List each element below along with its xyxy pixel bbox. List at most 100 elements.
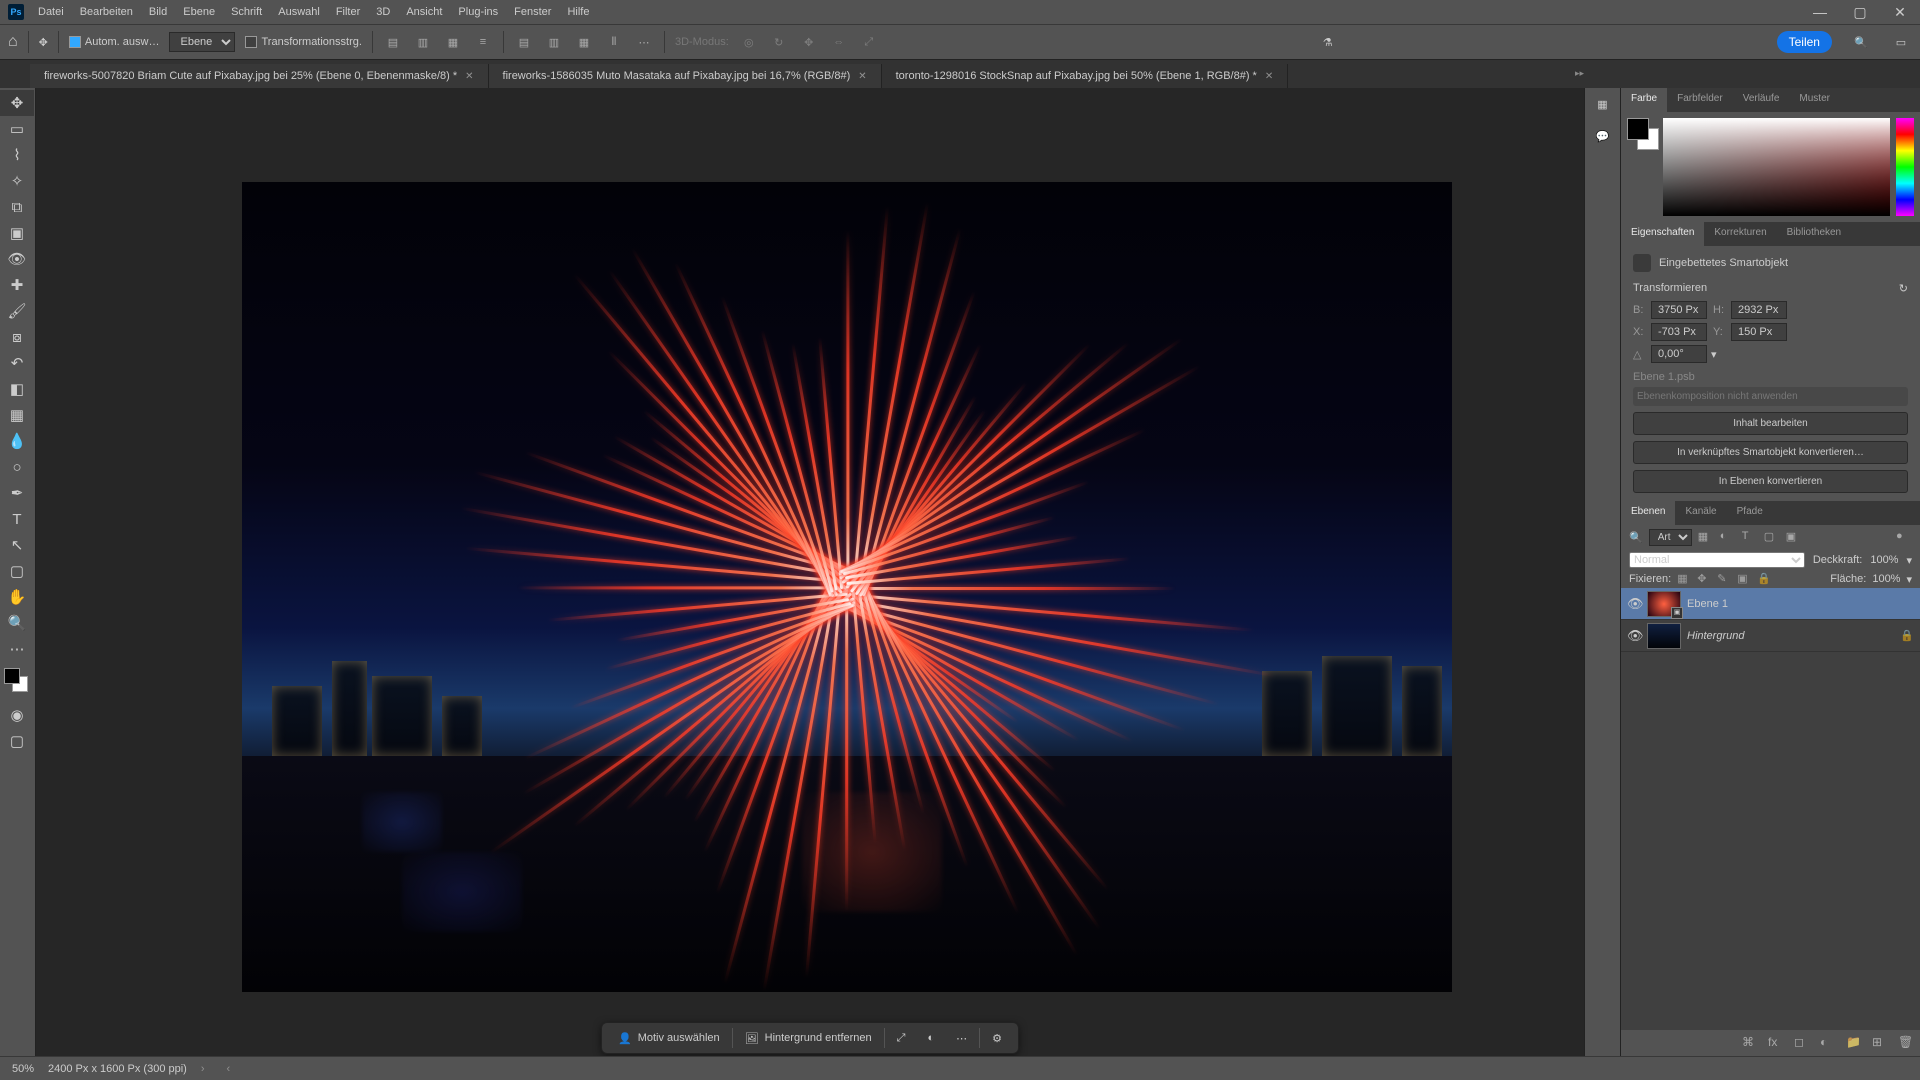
menu-ansicht[interactable]: Ansicht: [398, 2, 450, 22]
collapsed-panel-icon[interactable]: ▦: [1591, 92, 1615, 116]
layer-name[interactable]: Hintergrund: [1687, 630, 1894, 642]
align-center-h-icon[interactable]: ▥: [413, 32, 433, 52]
layer-thumbnail[interactable]: [1647, 623, 1681, 649]
blend-mode-select[interactable]: Normal: [1629, 552, 1805, 568]
height-field[interactable]: 2932 Px: [1731, 301, 1787, 319]
lock-artboard-icon[interactable]: ▣: [1737, 572, 1751, 586]
share-button[interactable]: Teilen: [1777, 31, 1832, 53]
more-align-icon[interactable]: ⋯: [634, 32, 654, 52]
tab-verlaeufe[interactable]: Verläufe: [1733, 88, 1790, 112]
type-tool[interactable]: T: [0, 506, 34, 532]
eraser-tool[interactable]: ◧: [0, 376, 34, 402]
menu-ebene[interactable]: Ebene: [175, 2, 223, 22]
canvas-area[interactable]: document.write(Array.from({length:72},(_…: [36, 88, 1584, 1056]
layer-thumbnail[interactable]: ▣: [1647, 591, 1681, 617]
menu-datei[interactable]: Datei: [30, 2, 72, 22]
window-maximize[interactable]: ▢: [1840, 0, 1880, 24]
history-brush-tool[interactable]: ↶: [0, 350, 34, 376]
align-left-icon[interactable]: ▤: [383, 32, 403, 52]
menu-plugins[interactable]: Plug-ins: [450, 2, 506, 22]
distribute-icon[interactable]: ≡: [473, 32, 493, 52]
eyedropper-tool[interactable]: 👁: [0, 246, 34, 272]
align-center-v-icon[interactable]: ▥: [544, 32, 564, 52]
collapse-panels-icon[interactable]: ▸▸: [1575, 68, 1584, 79]
magic-wand-tool[interactable]: ✧: [0, 168, 34, 194]
lasso-tool[interactable]: ⌇: [0, 142, 34, 168]
close-tab-icon[interactable]: ✕: [858, 71, 866, 82]
tab-kanaele[interactable]: Kanäle: [1675, 501, 1726, 525]
opacity-value[interactable]: 100%: [1870, 554, 1898, 566]
reset-icon[interactable]: ↻: [1899, 282, 1908, 295]
document-tab[interactable]: toronto-1298016 StockSnap auf Pixabay.jp…: [882, 64, 1289, 88]
brush-tool[interactable]: 🖌: [0, 298, 34, 324]
menu-filter[interactable]: Filter: [328, 2, 368, 22]
filter-adjust-icon[interactable]: ◐: [1720, 530, 1736, 546]
lock-icon[interactable]: 🔒: [1757, 572, 1771, 586]
quick-mask-tool[interactable]: ◉: [0, 702, 34, 728]
window-minimize[interactable]: —: [1800, 0, 1840, 24]
info-arrow-icon[interactable]: ›: [201, 1063, 205, 1075]
filter-smart-icon[interactable]: ▣: [1786, 530, 1802, 546]
filter-pixel-icon[interactable]: ▦: [1698, 530, 1714, 546]
group-icon[interactable]: 📁: [1846, 1035, 1862, 1051]
filter-shape-icon[interactable]: ▢: [1764, 530, 1780, 546]
tab-eigenschaften[interactable]: Eigenschaften: [1621, 222, 1704, 246]
window-close[interactable]: ✕: [1880, 0, 1920, 24]
lock-all-icon[interactable]: ▦: [1677, 572, 1691, 586]
convert-layers-button[interactable]: In Ebenen konvertieren: [1633, 470, 1908, 493]
lock-position-icon[interactable]: ✥: [1697, 572, 1711, 586]
move-tool-icon[interactable]: ✥: [39, 36, 48, 49]
gradient-tool[interactable]: ▦: [0, 402, 34, 428]
hue-slider[interactable]: [1896, 118, 1914, 216]
menu-bild[interactable]: Bild: [141, 2, 175, 22]
menu-schrift[interactable]: Schrift: [223, 2, 270, 22]
close-tab-icon[interactable]: ✕: [1265, 71, 1273, 82]
angle-field[interactable]: 0,00°: [1651, 345, 1707, 363]
taskbar-settings-icon[interactable]: ⚙: [982, 1028, 1012, 1049]
transform-controls-checkbox[interactable]: Transformationsstrg.: [245, 36, 361, 48]
rect-marquee-tool[interactable]: ▭: [0, 116, 34, 142]
x-field[interactable]: -703 Px: [1651, 323, 1707, 341]
new-layer-icon[interactable]: ⊞: [1872, 1035, 1888, 1051]
layer-filter-kind[interactable]: Art: [1649, 529, 1692, 546]
document-info[interactable]: 2400 Px x 1600 Px (300 ppi): [48, 1063, 187, 1075]
workspace-icon[interactable]: ▭: [1890, 31, 1912, 53]
tab-ebenen[interactable]: Ebenen: [1621, 501, 1675, 525]
close-tab-icon[interactable]: ✕: [465, 71, 473, 82]
document-tab[interactable]: fireworks-5007820 Briam Cute auf Pixabay…: [30, 64, 489, 88]
edit-content-button[interactable]: Inhalt bearbeiten: [1633, 412, 1908, 435]
menu-3d[interactable]: 3D: [368, 2, 398, 22]
y-field[interactable]: 150 Px: [1731, 323, 1787, 341]
color-swatches[interactable]: [4, 668, 31, 696]
adjustment-layer-icon[interactable]: ◐: [1820, 1035, 1836, 1051]
convert-linked-button[interactable]: In verknüpftes Smartobjekt konvertieren…: [1633, 441, 1908, 464]
beaker-icon[interactable]: ⚗: [1323, 36, 1333, 49]
healing-brush-tool[interactable]: ✚: [0, 272, 34, 298]
search-icon[interactable]: 🔍: [1850, 31, 1872, 53]
layer-name[interactable]: Ebene 1: [1687, 598, 1914, 610]
angle-dropdown-icon[interactable]: ▾: [1711, 348, 1717, 361]
tab-farbe[interactable]: Farbe: [1621, 88, 1667, 112]
hand-tool[interactable]: ✋: [0, 584, 34, 610]
visibility-icon[interactable]: 👁: [1627, 596, 1641, 612]
menu-bearbeiten[interactable]: Bearbeiten: [72, 2, 141, 22]
align-right-icon[interactable]: ▦: [443, 32, 463, 52]
zoom-tool[interactable]: 🔍: [0, 610, 34, 636]
document-tab[interactable]: fireworks-1586035 Muto Masataka auf Pixa…: [489, 64, 882, 88]
color-field[interactable]: [1663, 118, 1890, 216]
distribute-v-icon[interactable]: ⫴: [604, 32, 624, 52]
link-layers-icon[interactable]: ⌘: [1742, 1035, 1758, 1051]
adjustment-icon[interactable]: ◐: [917, 1028, 944, 1048]
layer-row[interactable]: 👁 ▣ Ebene 1: [1621, 588, 1920, 620]
more-options-icon[interactable]: ⋯: [946, 1028, 977, 1049]
clone-stamp-tool[interactable]: ⧇: [0, 324, 34, 350]
edit-toolbar[interactable]: ⋯: [0, 636, 34, 662]
lock-pixels-icon[interactable]: ✎: [1717, 572, 1731, 586]
home-icon[interactable]: ⌂: [8, 33, 18, 51]
dodge-tool[interactable]: ○: [0, 454, 34, 480]
move-tool[interactable]: ✥: [0, 90, 34, 116]
screen-mode-tool[interactable]: ▢: [0, 728, 34, 754]
path-select-tool[interactable]: ↖: [0, 532, 34, 558]
align-bottom-icon[interactable]: ▦: [574, 32, 594, 52]
auto-select-checkbox[interactable]: Autom. ausw…: [69, 36, 160, 48]
